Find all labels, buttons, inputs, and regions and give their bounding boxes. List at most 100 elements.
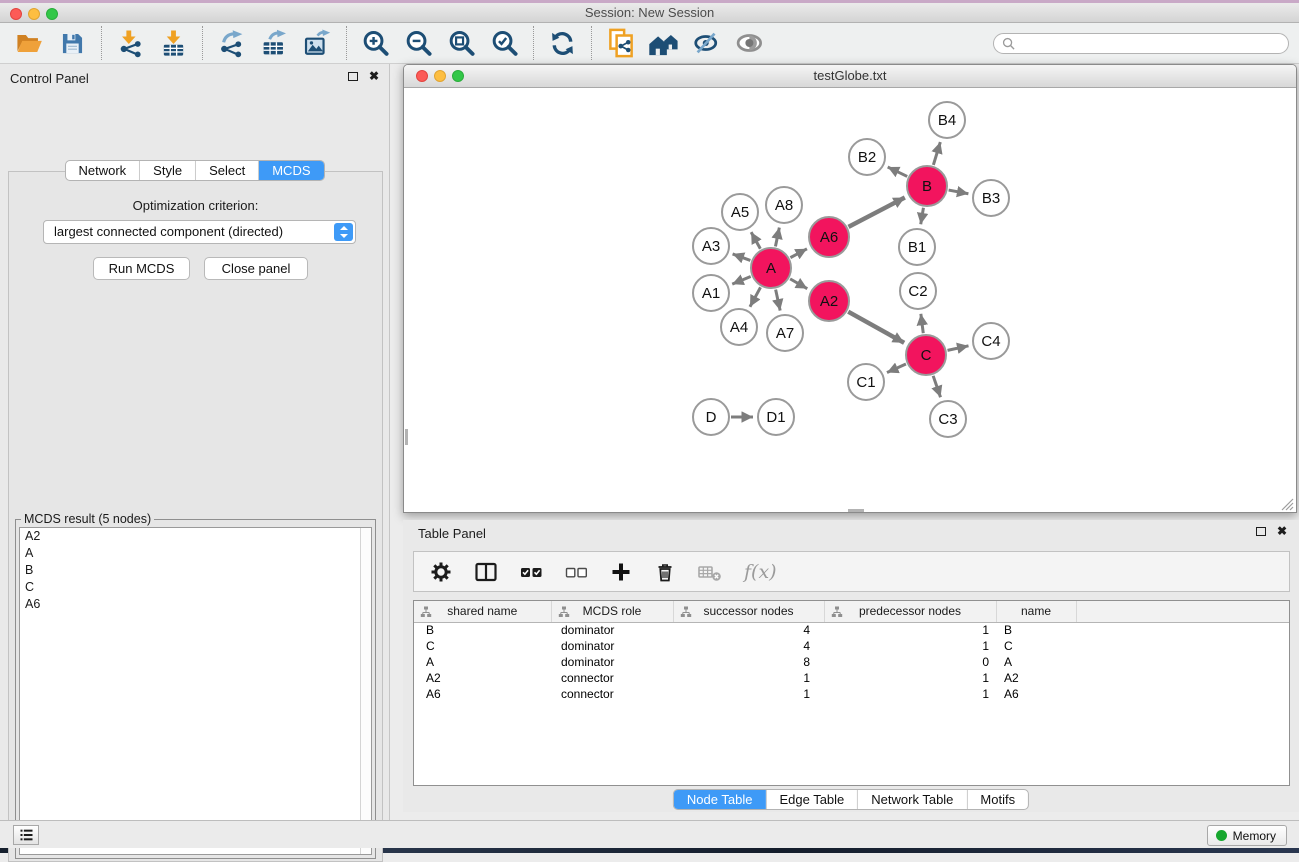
tab-edge-table[interactable]: Edge Table	[765, 790, 857, 809]
delete-row-icon[interactable]	[654, 561, 676, 583]
node-A4[interactable]: A4	[721, 309, 757, 345]
cybrowser-home-button[interactable]	[642, 25, 685, 61]
node-C[interactable]: C	[906, 335, 946, 375]
edge-A6-B[interactable]	[849, 198, 905, 227]
node-A8[interactable]: A8	[766, 187, 802, 223]
network-window-titlebar[interactable]: testGlobe.txt	[404, 65, 1296, 88]
tab-select[interactable]: Select	[195, 161, 258, 180]
close-table-panel-icon[interactable]: ✖	[1277, 526, 1287, 536]
vertical-scroll-indicator[interactable]	[405, 429, 408, 445]
zoom-out-button[interactable]	[397, 25, 440, 61]
tab-network-table[interactable]: Network Table	[857, 790, 966, 809]
node-C3[interactable]: C3	[930, 401, 966, 437]
node-A3[interactable]: A3	[693, 228, 729, 264]
network-canvas[interactable]: B4B2BB3A5A8A6A3B1AA1C2A2A4A7C4CC1C3DD1	[405, 88, 1295, 512]
table-row[interactable]: A2connector11A2	[414, 670, 1289, 686]
zoom-in-button[interactable]	[354, 25, 397, 61]
export-table-button[interactable]	[253, 25, 296, 61]
node-A2[interactable]: A2	[809, 281, 849, 321]
result-item[interactable]: C	[20, 579, 371, 596]
save-session-button[interactable]	[51, 25, 94, 61]
run-mcds-button[interactable]: Run MCDS	[93, 257, 190, 280]
edge-C-C4[interactable]	[948, 346, 969, 351]
result-item[interactable]: A	[20, 545, 371, 562]
node-C4[interactable]: C4	[973, 323, 1009, 359]
show-columns-icon[interactable]	[474, 561, 498, 583]
network-minimize-button[interactable]	[434, 70, 446, 82]
select-all-checkboxes-icon[interactable]	[520, 561, 543, 583]
result-item[interactable]: A2	[20, 528, 371, 545]
table-row[interactable]: A6connector11A6	[414, 686, 1289, 702]
network-maximize-button[interactable]	[452, 70, 464, 82]
column-header-shared-name[interactable]: shared name	[414, 601, 551, 622]
column-header-mcds-role[interactable]: MCDS role	[551, 601, 673, 622]
table-settings-gear-icon[interactable]	[430, 561, 452, 583]
tab-motifs[interactable]: Motifs	[966, 790, 1028, 809]
panel-menu-button[interactable]	[13, 825, 39, 845]
node-B2[interactable]: B2	[849, 139, 885, 175]
delete-table-icon[interactable]	[698, 561, 722, 583]
edge-C-C1[interactable]	[887, 364, 906, 373]
column-header-spacer[interactable]	[1076, 601, 1289, 622]
search-box[interactable]	[993, 33, 1289, 54]
import-network-button[interactable]	[109, 25, 152, 61]
result-item[interactable]: B	[20, 562, 371, 579]
edge-A-A2[interactable]	[790, 279, 807, 289]
edge-A-A5[interactable]	[751, 232, 760, 249]
edge-A-A4[interactable]	[750, 287, 761, 306]
table-row[interactable]: Cdominator41C	[414, 638, 1289, 654]
node-D1[interactable]: D1	[758, 399, 794, 435]
edge-A-A6[interactable]	[790, 249, 807, 258]
edge-A2-C[interactable]	[848, 312, 904, 343]
criterion-dropdown[interactable]: largest connected component (directed)	[43, 220, 356, 244]
edge-A-A3[interactable]	[733, 254, 751, 261]
export-image-button[interactable]	[296, 25, 339, 61]
column-header-successor-nodes[interactable]: successor nodes	[673, 601, 824, 622]
open-file-button[interactable]	[8, 25, 51, 61]
node-A[interactable]: A	[751, 248, 791, 288]
tab-network[interactable]: Network	[65, 161, 139, 180]
node-B4[interactable]: B4	[929, 102, 965, 138]
edge-C-C2[interactable]	[921, 314, 923, 333]
refresh-button[interactable]	[541, 25, 584, 61]
node-B3[interactable]: B3	[973, 180, 1009, 216]
search-input[interactable]	[1020, 36, 1280, 50]
deselect-all-checkboxes-icon[interactable]	[565, 561, 588, 583]
export-network-button[interactable]	[210, 25, 253, 61]
memory-button[interactable]: Memory	[1207, 825, 1287, 846]
zoom-fit-button[interactable]	[440, 25, 483, 61]
birds-eye-view-button[interactable]	[728, 25, 771, 61]
edge-B-B3[interactable]	[949, 190, 969, 194]
column-header-name[interactable]: name	[996, 601, 1076, 622]
edge-A-A8[interactable]	[775, 228, 779, 247]
function-builder-icon[interactable]: f(x)	[744, 561, 777, 583]
table-row[interactable]: Adominator80A	[414, 654, 1289, 670]
close-panel-icon[interactable]: ✖	[369, 71, 379, 81]
table-row[interactable]: Bdominator41B	[414, 622, 1289, 638]
horizontal-scroll-indicator[interactable]	[848, 509, 864, 512]
node-B[interactable]: B	[907, 166, 947, 206]
resize-grip-icon[interactable]	[1281, 498, 1294, 511]
import-table-button[interactable]	[152, 25, 195, 61]
node-A5[interactable]: A5	[722, 194, 758, 230]
edge-C-C3[interactable]	[933, 376, 940, 397]
node-A7[interactable]: A7	[767, 315, 803, 351]
result-item[interactable]: A6	[20, 596, 371, 613]
float-panel-icon[interactable]	[348, 72, 358, 81]
edge-A-A1[interactable]	[732, 276, 750, 284]
node-A1[interactable]: A1	[693, 275, 729, 311]
node-B1[interactable]: B1	[899, 229, 935, 265]
node-C1[interactable]: C1	[848, 364, 884, 400]
node-C2[interactable]: C2	[900, 273, 936, 309]
edge-B-B4[interactable]	[933, 142, 940, 165]
network-close-button[interactable]	[416, 70, 428, 82]
float-table-panel-icon[interactable]	[1256, 527, 1266, 536]
close-panel-button[interactable]: Close panel	[204, 257, 308, 280]
node-A6[interactable]: A6	[809, 217, 849, 257]
edge-B-B2[interactable]	[888, 167, 907, 176]
result-scrollbar[interactable]	[360, 528, 371, 854]
zoom-selected-button[interactable]	[483, 25, 526, 61]
tab-style[interactable]: Style	[139, 161, 195, 180]
tab-node-table[interactable]: Node Table	[674, 790, 766, 809]
edge-B-B1[interactable]	[921, 208, 924, 225]
